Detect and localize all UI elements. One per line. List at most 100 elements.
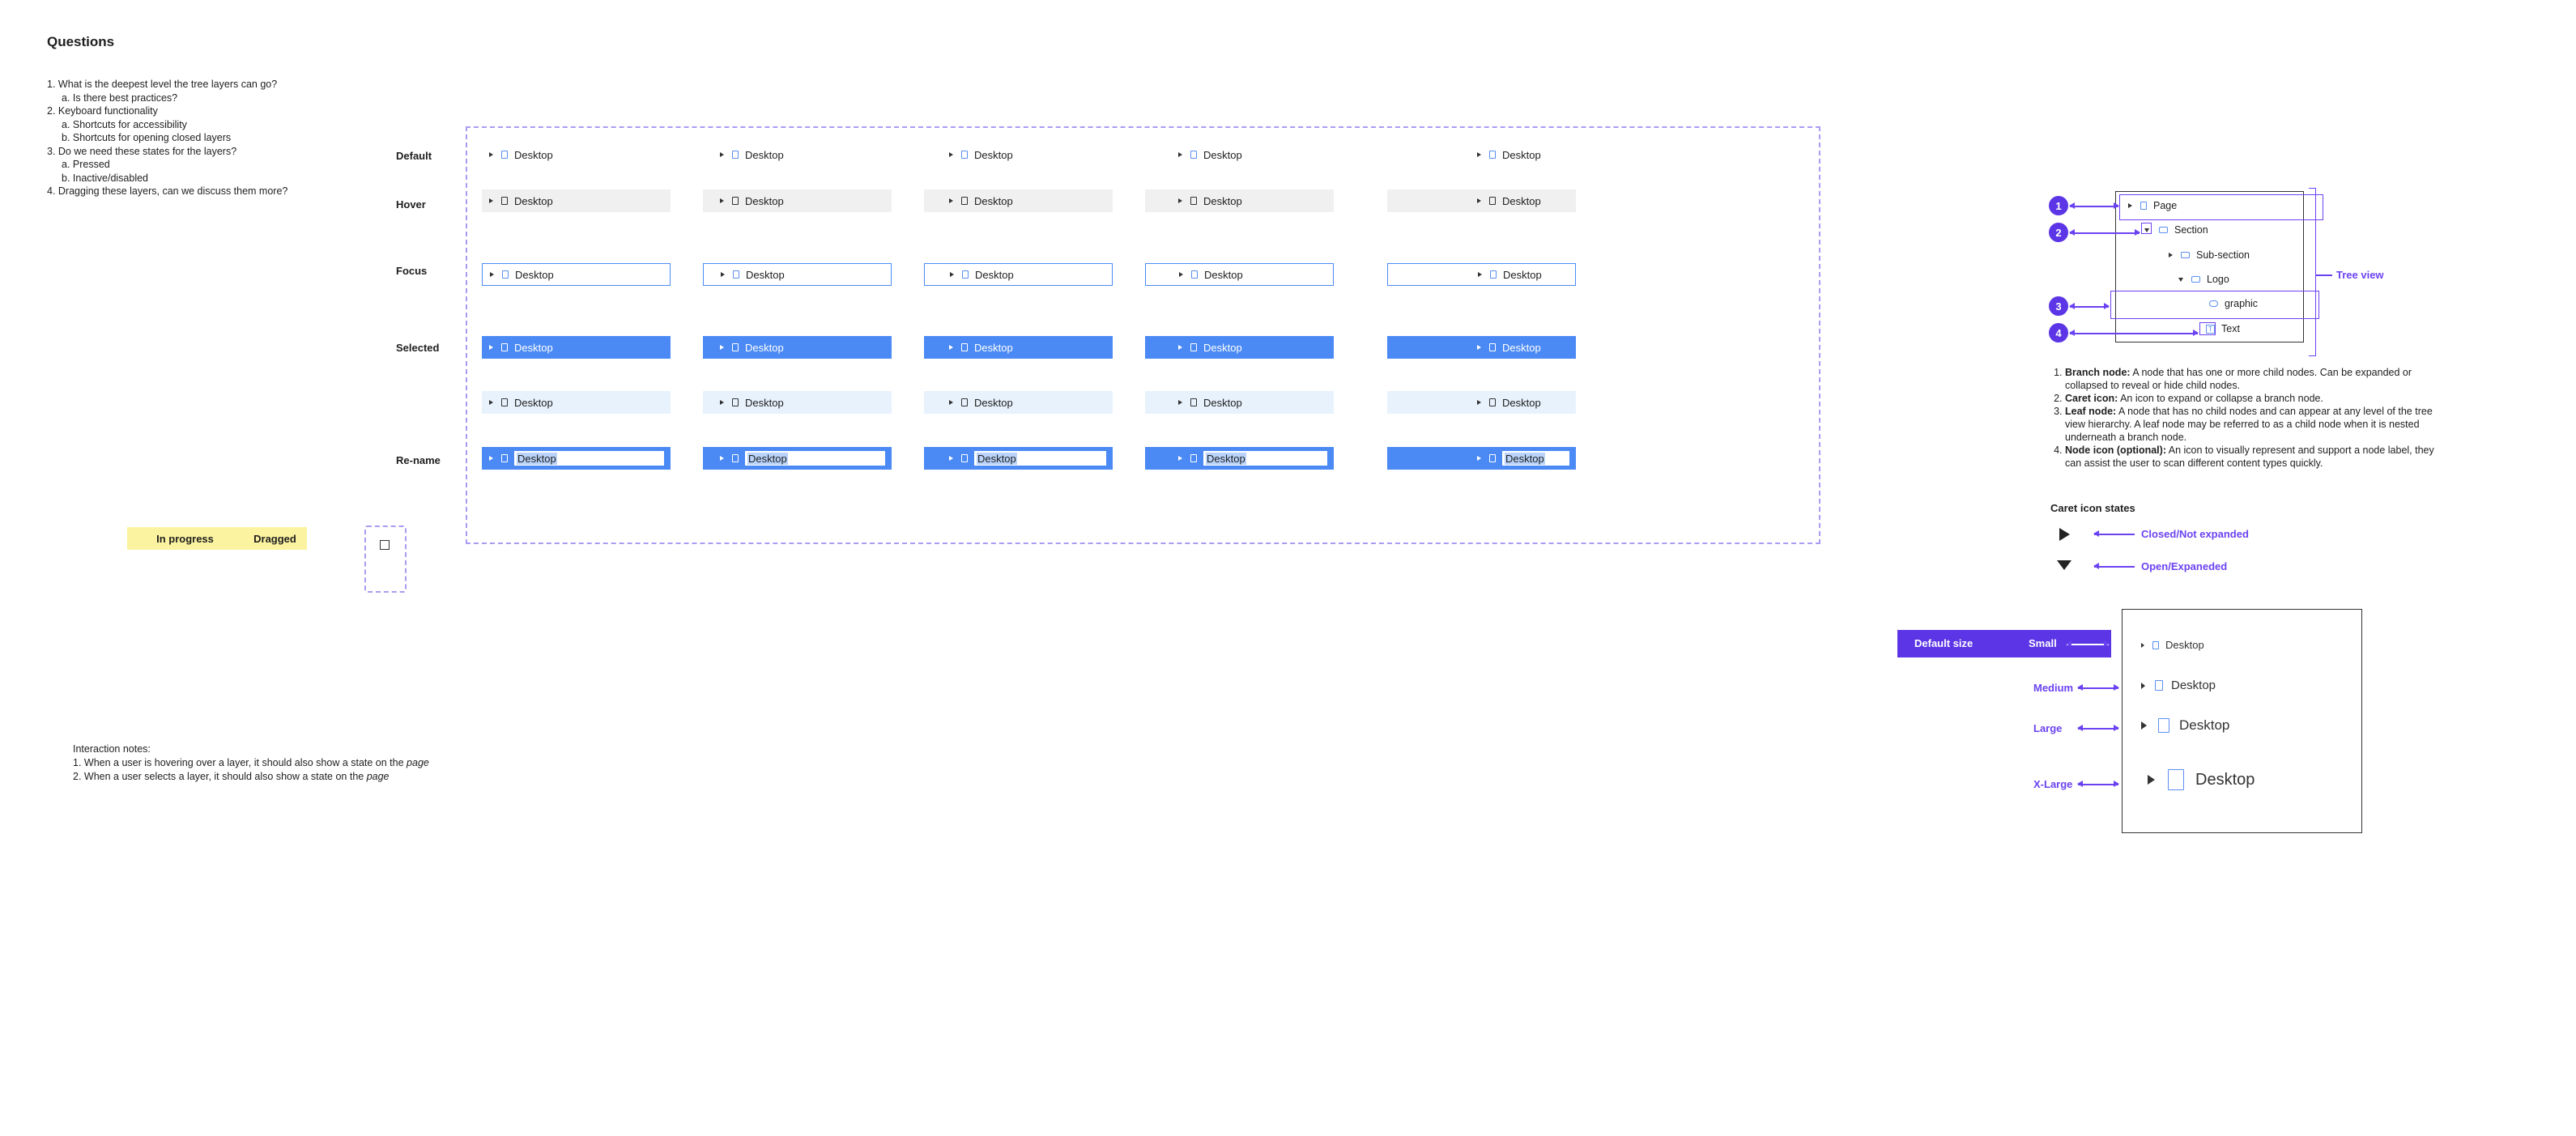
questions-title: Questions	[47, 34, 115, 49]
questions-list: 1. What is the deepest level the tree la…	[47, 78, 287, 198]
tree-row-subsection[interactable]: Sub-section	[2169, 249, 2250, 261]
caret-right-icon[interactable]	[1477, 345, 1481, 350]
page-icon	[1489, 151, 1496, 159]
caret-right-icon[interactable]	[949, 400, 953, 405]
caret-right-icon[interactable]	[1178, 152, 1182, 157]
rename-input[interactable]: Desktop	[745, 451, 885, 466]
tree-item-label: Desktop	[1502, 148, 1541, 161]
caret-right-icon[interactable]	[489, 456, 493, 461]
caret-right-icon[interactable]	[1178, 345, 1182, 350]
caret-right-icon[interactable]	[489, 198, 493, 203]
state-label-default: Default	[396, 150, 432, 162]
tree-item-default[interactable]: Desktop	[482, 143, 671, 166]
tree-item-selected[interactable]: Desktop	[703, 336, 892, 359]
caret-down-icon[interactable]	[2178, 277, 2183, 282]
caret-right-icon[interactable]	[489, 400, 493, 405]
question-item: 3. Do we need these states for the layer…	[47, 145, 237, 157]
page-icon	[732, 398, 739, 406]
tree-item-focus[interactable]: Desktop	[1145, 263, 1334, 286]
tree-item-selected[interactable]: Desktop	[482, 336, 671, 359]
caret-right-icon[interactable]	[720, 345, 724, 350]
caret-right-icon[interactable]	[720, 198, 724, 203]
tree-item-rename[interactable]: Desktop	[1145, 447, 1334, 470]
caret-right-icon[interactable]	[720, 152, 724, 157]
tree-item-label: Desktop	[1203, 148, 1242, 161]
rename-input[interactable]: Desktop	[974, 451, 1106, 466]
tree-item-rename[interactable]: Desktop	[924, 447, 1113, 470]
tree-item-default[interactable]: Desktop	[1387, 143, 1576, 166]
tree-view-label: Tree view	[2336, 269, 2384, 281]
tree-item-hover[interactable]: Desktop	[703, 189, 892, 212]
size-row-large[interactable]: Desktop	[2141, 717, 2229, 734]
tree-item-hover[interactable]: Desktop	[924, 189, 1113, 212]
definition-item: Branch node: A node that has one or more…	[2065, 366, 2438, 392]
tree-item-rename[interactable]: Desktop	[1387, 447, 1576, 470]
tree-item-focus[interactable]: Desktop	[1387, 263, 1576, 286]
page-icon	[501, 398, 508, 406]
caret-right-icon[interactable]	[720, 400, 724, 405]
tree-item-selected-hover[interactable]: Desktop	[1145, 391, 1334, 414]
callout-arrow	[2069, 203, 2119, 208]
caret-right-icon[interactable]	[950, 272, 954, 277]
page-icon	[1190, 151, 1197, 159]
tree-item-selected-hover[interactable]: Desktop	[924, 391, 1113, 414]
caret-right-icon[interactable]	[489, 345, 493, 350]
tree-item-hover[interactable]: Desktop	[1387, 189, 1576, 212]
tree-item-hover[interactable]: Desktop	[482, 189, 671, 212]
tree-item-label: Desktop	[515, 268, 554, 281]
caret-right-icon[interactable]	[949, 345, 953, 350]
tree-item-rename[interactable]: Desktop	[482, 447, 671, 470]
caret-right-icon[interactable]	[720, 456, 724, 461]
tree-item-default[interactable]: Desktop	[924, 143, 1113, 166]
caret-right-icon[interactable]	[1178, 198, 1182, 203]
size-row-small[interactable]: Desktop	[2141, 639, 2204, 651]
caret-right-icon[interactable]	[2141, 721, 2147, 730]
tree-item-selected[interactable]: Desktop	[1145, 336, 1334, 359]
caret-right-icon[interactable]	[1477, 152, 1481, 157]
tree-item-selected[interactable]: Desktop	[1387, 336, 1576, 359]
tree-item-selected-hover[interactable]: Desktop	[703, 391, 892, 414]
tree-item-default[interactable]: Desktop	[1145, 143, 1334, 166]
caret-right-icon[interactable]	[2148, 775, 2155, 785]
caret-right-icon[interactable]	[1477, 456, 1481, 461]
callout-arrow	[2069, 230, 2140, 235]
size-row-medium[interactable]: Desktop	[2141, 679, 2216, 692]
tree-item-rename[interactable]: Desktop	[703, 447, 892, 470]
caret-right-icon[interactable]	[949, 198, 953, 203]
caret-right-icon[interactable]	[2141, 682, 2145, 689]
caret-right-icon[interactable]	[489, 152, 493, 157]
caret-right-icon[interactable]	[1178, 456, 1182, 461]
tree-row-section[interactable]: Section	[2144, 224, 2208, 236]
caret-right-icon[interactable]	[1179, 272, 1183, 277]
tree-item-selected[interactable]: Desktop	[924, 336, 1113, 359]
size-arrow-white	[2066, 641, 2110, 646]
page-icon	[1489, 454, 1496, 462]
rename-input[interactable]: Desktop	[514, 451, 664, 466]
tree-item-focus[interactable]: Desktop	[924, 263, 1113, 286]
rename-selected-text: Desktop	[517, 452, 557, 465]
caret-right-icon[interactable]	[1477, 198, 1481, 203]
caret-right-icon[interactable]	[721, 272, 725, 277]
page-icon	[732, 197, 739, 205]
tree-item-focus[interactable]: Desktop	[482, 263, 671, 286]
caret-right-icon[interactable]	[2169, 253, 2173, 257]
rename-input[interactable]: Desktop	[1502, 451, 1569, 466]
tree-item-focus[interactable]: Desktop	[703, 263, 892, 286]
caret-right-icon[interactable]	[949, 456, 953, 461]
tree-item-selected-hover[interactable]: Desktop	[1387, 391, 1576, 414]
caret-right-icon[interactable]	[1478, 272, 1482, 277]
tree-item-selected-hover[interactable]: Desktop	[482, 391, 671, 414]
caret-right-icon[interactable]	[490, 272, 494, 277]
size-row-xlarge[interactable]: Desktop	[2148, 769, 2255, 790]
caret-right-icon[interactable]	[2141, 642, 2144, 648]
tree-item-hover[interactable]: Desktop	[1145, 189, 1334, 212]
definition-term: Branch node:	[2065, 367, 2131, 378]
caret-right-icon[interactable]	[1178, 400, 1182, 405]
tree-item-default[interactable]: Desktop	[703, 143, 892, 166]
caret-right-icon[interactable]	[949, 152, 953, 157]
tree-view-bracket	[2309, 188, 2316, 356]
tree-row-logo[interactable]: Logo	[2178, 274, 2229, 285]
rename-input[interactable]: Desktop	[1203, 451, 1327, 466]
page-icon	[1190, 398, 1197, 406]
caret-right-icon[interactable]	[1477, 400, 1481, 405]
